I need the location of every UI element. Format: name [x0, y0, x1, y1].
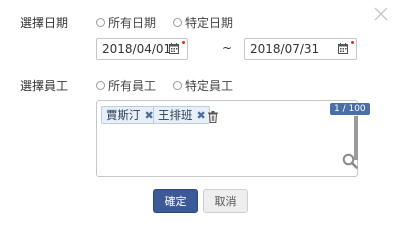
- required-indicator: [351, 41, 354, 44]
- employee-tag[interactable]: 賈斯汀 ✖: [101, 106, 158, 124]
- radio-circle[interactable]: [96, 18, 105, 27]
- cancel-button[interactable]: 取消: [203, 189, 248, 213]
- radio-circle[interactable]: [173, 18, 182, 27]
- radio-all-dates-label: 所有日期: [108, 16, 157, 30]
- employee-section-label: 選擇員工: [20, 79, 69, 93]
- selection-counter-badge: 1 / 100: [330, 103, 370, 115]
- end-date-input[interactable]: 2018/07/31: [244, 38, 357, 60]
- employee-tag-name: 王排班: [158, 108, 193, 122]
- remove-x-icon[interactable]: ✖: [197, 109, 206, 122]
- date-range-separator: ~: [222, 41, 233, 55]
- calendar-icon[interactable]: [338, 43, 348, 54]
- required-indicator: [182, 41, 185, 44]
- end-date-value: 2018/07/31: [250, 42, 320, 56]
- radio-all-employees-label: 所有員工: [108, 79, 157, 93]
- start-date-input[interactable]: 2018/04/01: [96, 38, 188, 60]
- employee-tag[interactable]: 王排班 ✖: [153, 106, 210, 124]
- calendar-icon[interactable]: [169, 43, 179, 54]
- radio-circle[interactable]: [96, 81, 105, 90]
- radio-all-employees[interactable]: 所有員工: [96, 77, 156, 94]
- radio-circle[interactable]: [173, 81, 182, 90]
- radio-specific-dates-label: 特定日期: [185, 16, 234, 30]
- radio-specific-employees[interactable]: 特定員工: [173, 77, 233, 94]
- confirm-button[interactable]: 確定: [153, 189, 198, 213]
- search-icon[interactable]: [342, 153, 358, 169]
- trash-icon[interactable]: [208, 108, 218, 124]
- date-section-label: 選擇日期: [20, 16, 69, 30]
- radio-all-dates[interactable]: 所有日期: [96, 14, 156, 31]
- employee-tag-name: 賈斯汀: [106, 108, 141, 122]
- start-date-value: 2018/04/01: [102, 42, 172, 56]
- radio-specific-employees-label: 特定員工: [185, 79, 234, 93]
- radio-specific-dates[interactable]: 特定日期: [173, 14, 233, 31]
- close-icon[interactable]: [373, 6, 389, 22]
